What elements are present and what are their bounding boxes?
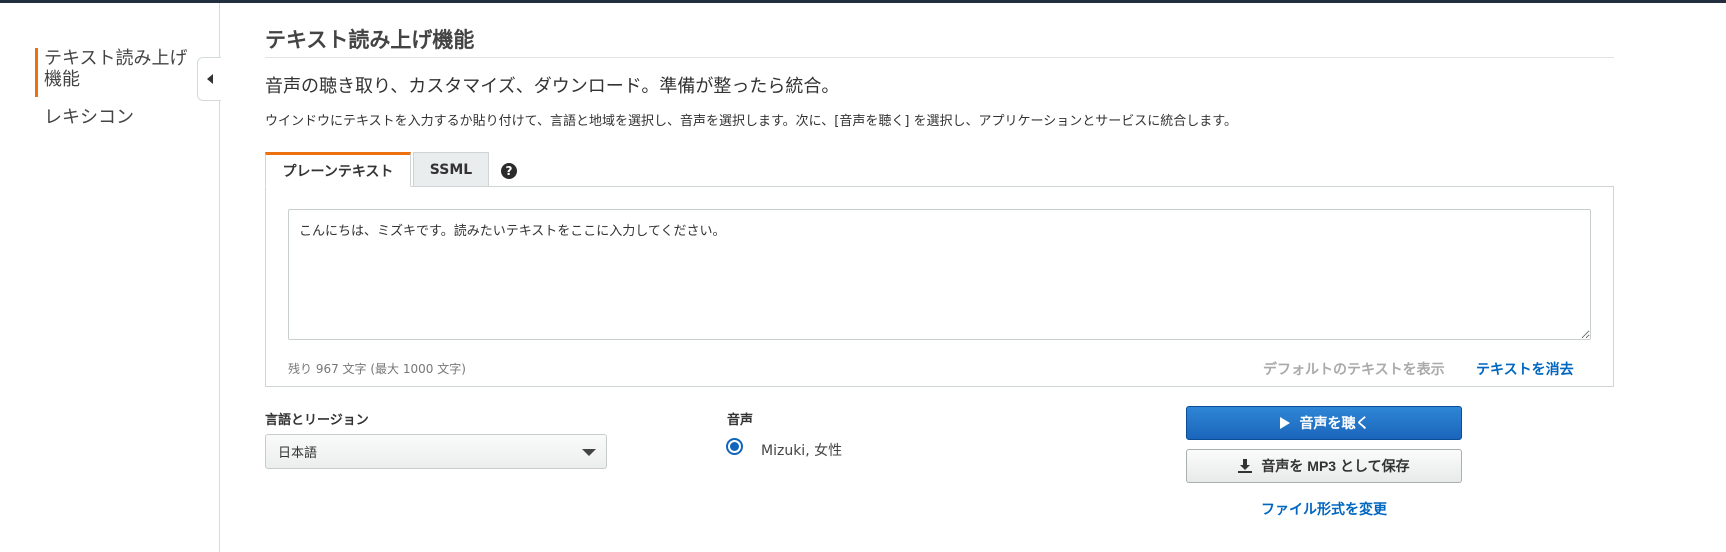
save-mp3-button-label: 音声を MP3 として保存 [1261, 458, 1410, 474]
tab-label: プレーンテキスト [282, 163, 394, 180]
voice-radio-mizuki[interactable] [726, 438, 743, 455]
show-default-text-link[interactable]: デフォルトのテキストを表示 [1263, 359, 1445, 379]
language-selected-value: 日本語 [278, 446, 318, 461]
tab-label: SSML [429, 161, 473, 178]
chevron-left-icon [206, 74, 213, 84]
voice-label: 音声 [727, 413, 754, 428]
change-file-format-link[interactable]: ファイル形式を変更 [1186, 499, 1462, 519]
tab-plain-text[interactable]: プレーンテキスト [265, 152, 411, 187]
text-panel: こんにちは、ミズキです。読みたいテキストをここに入力してください。 残り 967… [265, 186, 1614, 387]
sidebar-item-label: レキシコン [44, 107, 134, 128]
radio-selected-dot [730, 442, 739, 451]
character-count: 残り 967 文字 (最大 1000 文字) [288, 362, 466, 376]
sidebar-collapse-button[interactable] [197, 57, 221, 101]
top-bar [0, 0, 1726, 3]
listen-button-label: 音声を聴く [1299, 415, 1370, 431]
text-input[interactable]: こんにちは、ミズキです。読みたいテキストをここに入力してください。 [288, 209, 1591, 340]
tab-ssml[interactable]: SSML [413, 152, 489, 187]
language-region-label: 言語とリージョン [265, 413, 369, 428]
sidebar-item-label: テキスト読み上げ機能 [44, 48, 188, 90]
title-divider [265, 57, 1614, 58]
listen-button[interactable]: 音声を聴く [1186, 406, 1462, 440]
language-region-select[interactable]: 日本語 [265, 434, 607, 469]
help-icon[interactable]: ? [501, 163, 517, 179]
save-mp3-button[interactable]: 音声を MP3 として保存 [1186, 449, 1462, 483]
download-icon [1238, 459, 1253, 473]
page-description: ウインドウにテキストを入力するか貼り付けて、言語と地域を選択し、音声を選択します… [265, 114, 1237, 129]
sidebar-item-lexicons[interactable]: レキシコン [35, 107, 195, 128]
sidebar: テキスト読み上げ機能 レキシコン [0, 3, 220, 552]
clear-text-link[interactable]: テキストを消去 [1476, 359, 1574, 379]
page-subtitle: 音声の聴き取り、カスタマイズ、ダウンロード。準備が整ったら統合。 [265, 76, 840, 97]
play-icon [1279, 417, 1290, 429]
voice-option-label: Mizuki, 女性 [761, 443, 843, 459]
page-title: テキスト読み上げ機能 [265, 28, 475, 52]
sidebar-item-text-to-speech[interactable]: テキスト読み上げ機能 [35, 48, 195, 97]
caret-down-icon [582, 449, 596, 456]
